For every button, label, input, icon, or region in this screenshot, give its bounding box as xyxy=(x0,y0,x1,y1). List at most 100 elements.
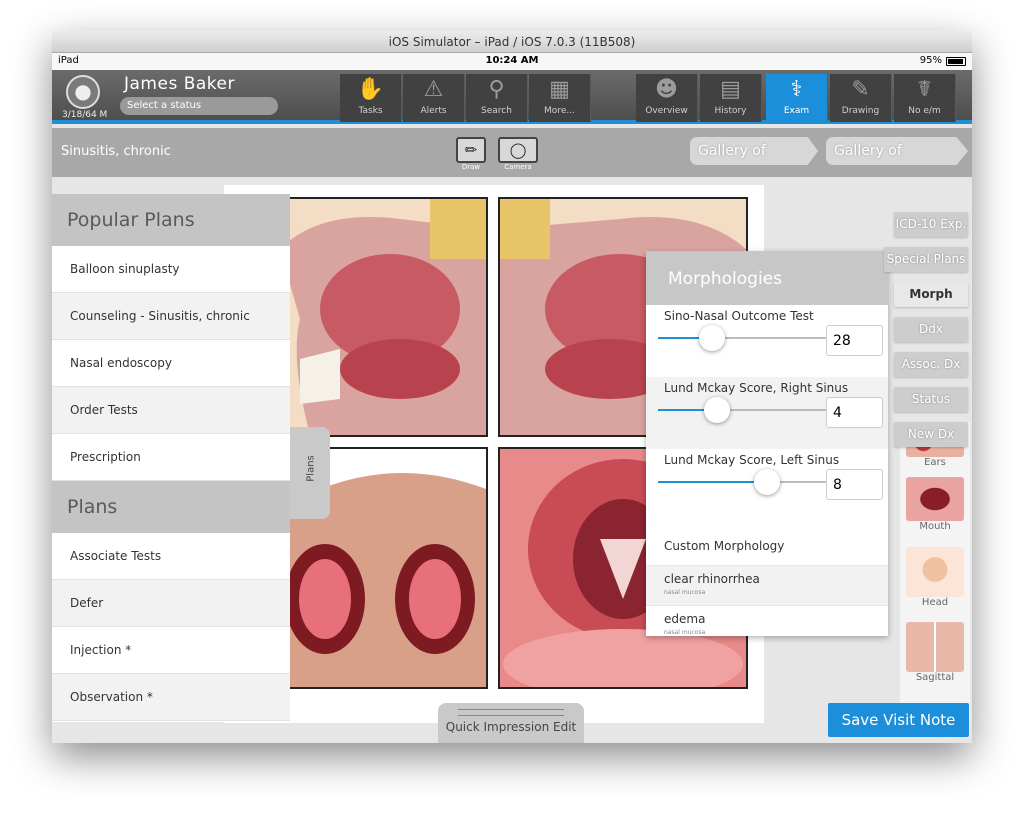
assoc-dx-button[interactable]: Assoc. Dx xyxy=(894,352,968,377)
plan-item[interactable]: Nasal endoscopy xyxy=(52,340,290,387)
status-select[interactable]: Select a status xyxy=(120,97,278,115)
plan-item[interactable]: Balloon sinuplasty xyxy=(52,246,290,293)
custom-item-sub: nasal mucosa xyxy=(664,589,706,596)
plan-item[interactable]: Observation * xyxy=(52,674,290,721)
nav-more-button[interactable]: ▦ More... xyxy=(529,74,591,122)
morph-button[interactable]: Morph xyxy=(894,282,968,307)
nav-label: Exam xyxy=(783,106,810,116)
nav-label: Alerts xyxy=(420,106,447,116)
morphologies-header: Morphologies xyxy=(646,251,888,305)
mouth-thumbnail-image xyxy=(906,477,964,521)
lund-left-value-field[interactable]: 8 xyxy=(826,469,883,500)
head-thumbnail-image xyxy=(906,547,964,597)
pen-icon: ✏ xyxy=(456,137,486,163)
draw-button[interactable]: ✏ Draw xyxy=(456,137,486,171)
slider-label: Lund Mckay Score, Left Sinus xyxy=(664,453,840,467)
lund-right-value-field[interactable]: 4 xyxy=(826,397,883,428)
top-navbar: ● 3/18/64 M James Baker Select a status … xyxy=(52,70,972,124)
nav-label: Tasks xyxy=(358,106,383,116)
quick-impression-edit-tab[interactable]: Quick Impression Edit xyxy=(438,703,584,743)
snot-value-field[interactable]: 28 xyxy=(826,325,883,356)
lund-left-slider[interactable] xyxy=(658,469,826,495)
thumb-sagittal[interactable]: Sagittal xyxy=(906,622,964,683)
hand-icon: ✋ xyxy=(356,77,385,102)
battery-percent: 95% xyxy=(919,55,942,66)
popular-plans-header: Popular Plans xyxy=(52,194,290,246)
camera-button[interactable]: ◯ Camera xyxy=(498,137,538,171)
plan-item[interactable]: Prescription xyxy=(52,434,290,481)
nav-label: Search xyxy=(481,106,512,116)
new-dx-button[interactable]: New Dx xyxy=(894,422,968,447)
morph-slider-row: Lund Mckay Score, Right Sinus 4 xyxy=(646,377,888,449)
plans-header: Plans xyxy=(52,481,290,533)
main-content: Popular Plans Balloon sinuplasty Counsel… xyxy=(52,177,972,743)
plan-item[interactable]: Defer xyxy=(52,580,290,627)
slider-label: Lund Mckay Score, Right Sinus xyxy=(664,381,849,395)
custom-morphology-label: Custom Morphology xyxy=(664,539,785,553)
plans-panel: Popular Plans Balloon sinuplasty Counsel… xyxy=(52,194,290,722)
tab-drawing[interactable]: ✎ Drawing xyxy=(830,74,892,122)
palette-icon: ✎ xyxy=(851,77,870,102)
slider-knob[interactable] xyxy=(699,325,725,351)
thumb-label: Sagittal xyxy=(915,672,955,683)
nav-search-button[interactable]: ⚲ Search xyxy=(466,74,528,122)
nav-label: More... xyxy=(544,106,575,116)
camera-icon: ◯ xyxy=(498,137,538,163)
tab-exam[interactable]: ⚕ Exam xyxy=(766,74,828,122)
plan-item[interactable]: Injection * xyxy=(52,627,290,674)
icd10-exp-button[interactable]: ICD-10 Exp. xyxy=(894,212,968,237)
alert-icon: ⚠ xyxy=(423,77,444,102)
nav-label: Drawing xyxy=(841,106,880,116)
gallery-of-impressions-button[interactable]: Gallery of Impressions xyxy=(826,137,968,165)
slider-knob[interactable] xyxy=(754,469,780,495)
anatomy-thumbnail-strip: Ears Mouth Head Sagittal xyxy=(900,422,970,737)
tab-no-em[interactable]: ☤ No e/m xyxy=(894,74,956,122)
slider-knob[interactable] xyxy=(704,397,730,423)
ddx-button[interactable]: Ddx xyxy=(894,317,968,342)
camera-label: Camera xyxy=(504,163,532,171)
sagittal-thumbnail-image xyxy=(906,622,964,672)
lund-right-slider[interactable] xyxy=(658,397,826,423)
thumb-mouth[interactable]: Mouth xyxy=(906,477,964,532)
clock: 10:24 AM xyxy=(485,55,539,66)
stethoscope-icon: ⚕ xyxy=(790,77,803,102)
status-button[interactable]: Status xyxy=(894,387,968,412)
special-plans-button[interactable]: Special Plans xyxy=(884,247,968,272)
save-visit-note-button[interactable]: Save Visit Note xyxy=(828,703,969,737)
gallery-of-findings-button[interactable]: Gallery of Findings xyxy=(690,137,818,165)
thumb-label: Head xyxy=(921,597,949,608)
patient-avatar-icon[interactable]: ● xyxy=(66,75,100,109)
battery-icon xyxy=(946,57,966,66)
nav-tasks-button[interactable]: ✋ Tasks xyxy=(340,74,402,122)
simulator-window: iOS Simulator – iPad / iOS 7.0.3 (11B508… xyxy=(52,31,972,743)
ios-status-bar: iPad 10:24 AM 95% xyxy=(52,53,972,70)
plan-item[interactable]: Order Tests xyxy=(52,387,290,434)
tab-history[interactable]: ▤ History xyxy=(700,74,762,122)
nav-label: Overview xyxy=(645,106,688,116)
window-titlebar: iOS Simulator – iPad / iOS 7.0.3 (11B508… xyxy=(52,31,972,53)
custom-morphology-item[interactable]: edema nasal mucosa xyxy=(646,605,888,645)
plan-item[interactable]: Associate Tests xyxy=(52,533,290,580)
window-title: iOS Simulator – iPad / iOS 7.0.3 (11B508… xyxy=(388,35,636,49)
head-icon: ☻ xyxy=(655,77,678,102)
custom-morphology-item[interactable]: clear rhinorrhea nasal mucosa xyxy=(646,565,888,605)
patient-name[interactable]: James Baker xyxy=(124,74,235,94)
plans-drawer-tab[interactable]: Plans xyxy=(290,427,330,519)
nav-label: History xyxy=(714,106,747,116)
sagittal-left-image[interactable] xyxy=(278,197,488,437)
nav-alerts-button[interactable]: ⚠ Alerts xyxy=(403,74,465,122)
tab-overview[interactable]: ☻ Overview xyxy=(636,74,698,122)
morphologies-panel: Morphologies Sino-Nasal Outcome Test 28 … xyxy=(646,251,888,636)
snot-slider[interactable] xyxy=(658,325,826,351)
thumb-head[interactable]: Head xyxy=(906,547,964,608)
sagittal-head-illustration xyxy=(280,199,486,435)
thumb-label: Ears xyxy=(924,457,946,468)
hierarchy-icon: ▦ xyxy=(549,77,570,102)
nav-label: No e/m xyxy=(908,106,941,116)
plan-item[interactable]: Counseling - Sinusitis, chronic xyxy=(52,293,290,340)
sub-toolbar: Sinusitis, chronic ✏ Draw ◯ Camera Galle… xyxy=(52,128,972,177)
thumb-label: Mouth xyxy=(919,521,951,532)
morph-slider-row: Sino-Nasal Outcome Test 28 xyxy=(646,305,888,377)
custom-item-text: edema xyxy=(664,612,706,626)
book-icon: ▤ xyxy=(720,77,741,102)
